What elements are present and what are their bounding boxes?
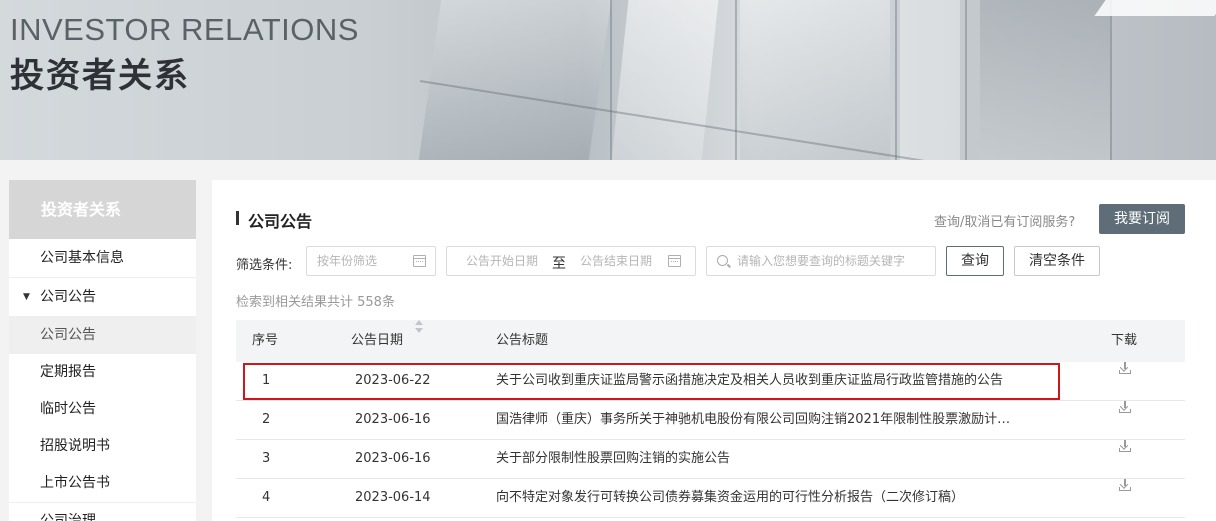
cell-title-link[interactable]: 关于部分限制性股票回购注销的实施公告 (496, 440, 730, 478)
sidebar-group-announcements[interactable]: ▼ 公司公告 (9, 278, 196, 317)
date-range-input[interactable]: 公告开始日期 至 公告结束日期 (446, 246, 696, 276)
sidebar-item-prospectus[interactable]: 招股说明书 (9, 428, 196, 465)
clear-filters-button[interactable]: 清空条件 (1014, 246, 1100, 276)
result-count: 检索到相关结果共计 558条 (236, 295, 395, 310)
announcement-table: 序号 公告日期 公告标题 下载 1 2023-06-22 关于公司收到重庆证监局… (236, 320, 1185, 518)
end-date-placeholder: 公告结束日期 (580, 254, 653, 268)
filter-label: 筛选条件: (236, 258, 293, 273)
cell-no: 1 (262, 373, 271, 388)
year-filter-input[interactable]: 按年份筛选 (306, 246, 436, 276)
banner: INVESTOR RELATIONS 投资者关系 (0, 0, 1216, 160)
sidebar-item-company-info[interactable]: 公司基本信息 (9, 239, 196, 278)
main-panel: 公司公告 查询/取消已有订阅服务? 我要订阅 筛选条件: 按年份筛选 公告开始日… (212, 180, 1216, 521)
cell-no: 4 (262, 490, 271, 505)
caret-down-icon: ▼ (23, 292, 30, 302)
cell-title-link[interactable]: 国浩律师（重庆）事务所关于神驰机电股份有限公司回购注销2021年限制性股票激励计… (496, 401, 1010, 439)
table-header: 序号 公告日期 公告标题 下载 (236, 320, 1185, 362)
subscription-query-link[interactable]: 查询/取消已有订阅服务? (934, 211, 1075, 230)
search-button[interactable]: 查询 (946, 246, 1004, 276)
page-title: 公司公告 (248, 212, 313, 231)
cell-date: 2023-06-14 (355, 490, 431, 505)
download-icon[interactable] (1119, 479, 1131, 491)
sidebar-item-listing-announcement[interactable]: 上市公告书 (9, 465, 196, 502)
table-row[interactable]: 3 2023-06-16 关于部分限制性股票回购注销的实施公告 (236, 440, 1185, 479)
keyword-placeholder: 请输入您想要查询的标题关键字 (737, 254, 906, 268)
download-icon[interactable] (1119, 362, 1131, 374)
table-row[interactable]: 4 2023-06-14 向不特定对象发行可转换公司债券募集资金运用的可行性分析… (236, 479, 1185, 518)
cell-title-link[interactable]: 向不特定对象发行可转换公司债券募集资金运用的可行性分析报告（二次修订稿） (496, 479, 964, 517)
sidebar-item-corporate-governance[interactable]: 公司治理 (9, 502, 196, 521)
sidebar-item-company-announcements[interactable]: 公司公告 (9, 317, 196, 354)
date-range-separator: 至 (552, 256, 566, 272)
search-icon (717, 255, 728, 266)
cell-title-link[interactable]: 关于公司收到重庆证监局警示函措施决定及相关人员收到重庆证监局行政监管措施的公告 (496, 362, 1003, 400)
sidebar: 投资者关系 公司基本信息 ▼ 公司公告 公司公告 定期报告 临时公告 招股说明书… (9, 180, 196, 521)
header-no: 序号 (252, 333, 279, 348)
cell-date: 2023-06-16 (355, 412, 431, 427)
start-date-placeholder: 公告开始日期 (466, 254, 539, 268)
cell-date: 2023-06-22 (355, 373, 431, 388)
cell-date: 2023-06-16 (355, 451, 431, 466)
calendar-icon (668, 255, 681, 267)
sidebar-header: 投资者关系 (9, 180, 196, 239)
table-row[interactable]: 2 2023-06-16 国浩律师（重庆）事务所关于神驰机电股份有限公司回购注销… (236, 401, 1185, 440)
sidebar-item-interim-announcements[interactable]: 临时公告 (9, 391, 196, 428)
sidebar-item-periodic-reports[interactable]: 定期报告 (9, 354, 196, 391)
keyword-search-input[interactable]: 请输入您想要查询的标题关键字 (706, 246, 936, 276)
banner-title-en: INVESTOR RELATIONS (10, 12, 359, 47)
calendar-icon (413, 255, 426, 267)
header-title: 公告标题 (496, 333, 549, 348)
subscribe-button[interactable]: 我要订阅 (1099, 204, 1185, 234)
sort-icon[interactable] (415, 320, 423, 334)
title-accent-bar (236, 211, 239, 225)
sidebar-group-label: 公司公告 (40, 289, 96, 305)
cell-no: 2 (262, 412, 271, 427)
download-icon[interactable] (1119, 401, 1131, 413)
cell-no: 3 (262, 451, 271, 466)
header-download: 下载 (1111, 333, 1138, 348)
download-icon[interactable] (1119, 440, 1131, 452)
banner-title-cn: 投资者关系 (10, 56, 190, 96)
table-row[interactable]: 1 2023-06-22 关于公司收到重庆证监局警示函措施决定及相关人员收到重庆… (236, 362, 1185, 401)
header-date[interactable]: 公告日期 (351, 320, 403, 362)
year-filter-placeholder: 按年份筛选 (317, 254, 378, 268)
